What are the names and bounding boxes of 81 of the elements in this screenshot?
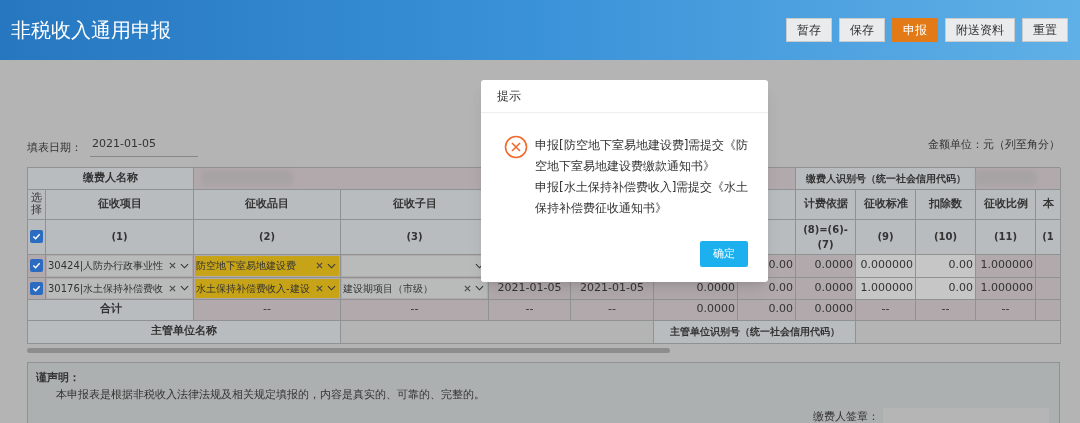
field-label: 填表日期： [27,140,82,156]
signature-label: 缴费人签章： [813,409,879,423]
column-number: (9) [877,230,894,244]
checkbox[interactable] [30,259,43,272]
column-header: 缴费人识别号（统一社会信用代码） [805,171,966,186]
column-number: (1) [111,230,128,244]
toolbar-button[interactable]: 附送资料 [945,18,1015,42]
unit-note: 金额单位：元（列至角分） [928,137,1060,153]
clear-icon[interactable] [169,284,176,292]
select-field[interactable]: 30424|人防办行政事业性 [47,255,192,276]
check-icon [32,232,41,241]
column-header: 征收项目 [97,195,142,212]
select-field[interactable]: 30176|水土保持补偿费收 [47,278,192,298]
column-header: 缴费人名称 [83,169,138,186]
column-header: 扣除数 [929,195,962,212]
table-cell: 0.00 [768,301,793,318]
column-header: 征收比例 [983,195,1028,212]
toolbar-button[interactable]: 暂存 [786,18,832,42]
table-cell: 0.0000 [796,254,856,278]
checkbox[interactable] [30,281,43,295]
chevron-down-icon[interactable] [180,262,189,269]
chevron-down-icon[interactable] [475,285,484,291]
check-icon [32,261,41,270]
column-header: 征收标准 [863,195,908,212]
page-title: 非税收入通用申报 [11,17,171,44]
input-field[interactable]: 0.00 [916,254,976,278]
dialog-message: 申报[水土保持补偿费收入]需提交《水土保持补偿费征收通知书》 [535,179,750,217]
toolbar-button[interactable]: 重置 [1022,18,1068,42]
table-cell: -- [263,301,271,318]
input-field[interactable]: 0.00 [916,277,976,300]
table-cell: -- [881,301,890,318]
clear-icon[interactable] [316,262,323,269]
scrollbar-thumb[interactable] [27,347,670,353]
total-label: 合计 [99,301,122,318]
chevron-down-icon[interactable] [475,262,484,269]
column-header: 计费依据 [803,195,848,212]
column-number: (11) [993,230,1018,244]
chevron-down-icon[interactable] [180,285,189,291]
table-cell: -- [1001,301,1010,318]
table-cell: -- [608,301,616,318]
table-cell: -- [410,301,419,318]
table-cell: -- [525,301,534,318]
declaration-text: 本申报表是根据非税收入法律法规及相关规定填报的，内容是真实的、可靠的、完整的。 [55,387,486,403]
date-field[interactable]: 2021-01-05 [90,136,198,157]
select-field[interactable]: 防空地下室易地建设费 [195,255,339,276]
input-field[interactable]: 0.000000 [856,254,916,278]
table-cell: 1.000000 [976,254,1036,278]
clear-icon[interactable] [464,284,471,292]
select-field[interactable]: 建设期项目（市级） [342,278,487,298]
checkbox[interactable] [30,230,43,243]
dialog-title: 提示 [497,88,521,105]
dialog-message: 申报[防空地下室易地建设费]需提交《防空地下室易地建设费缴款通知书》 [535,137,750,175]
column-header: 本 [1042,195,1054,212]
column-number: (8)=(6)-(7) [802,222,849,252]
column-header: 征收品目 [245,195,289,212]
chevron-down-icon[interactable] [327,285,336,291]
select-field[interactable]: 水土保持补偿费收入-建设 [195,278,339,298]
table-cell [1036,277,1061,300]
clear-icon[interactable] [316,284,323,292]
row-label: 主管单位名称 [151,323,217,340]
table-cell: -- [941,301,950,318]
column-number: (2) [258,230,276,244]
clear-icon[interactable] [169,262,176,269]
table-cell: 1.000000 [976,277,1036,300]
error-icon [504,135,528,159]
check-icon [32,283,41,293]
table-cell: 0.0000 [814,301,853,318]
input-field[interactable]: 1.000000 [856,277,916,300]
column-number: (3) [406,230,423,244]
declaration-heading: 谨声明： [36,369,81,386]
column-number: (10) [933,230,958,244]
table-cell: 0.0000 [796,277,856,300]
column-header: 征收子目 [392,195,437,212]
column-number: (1 [1042,230,1054,244]
table-cell: 0.0000 [696,301,735,318]
chevron-down-icon[interactable] [327,262,336,269]
column-header: 选择 [31,191,42,217]
toolbar-button[interactable]: 保存 [839,18,885,42]
table-cell-text: 2021-01-05 [497,279,562,296]
table-cell-text: 2021-01-05 [580,279,644,296]
row-label: 主管单位识别号（统一社会信用代码） [669,325,840,339]
